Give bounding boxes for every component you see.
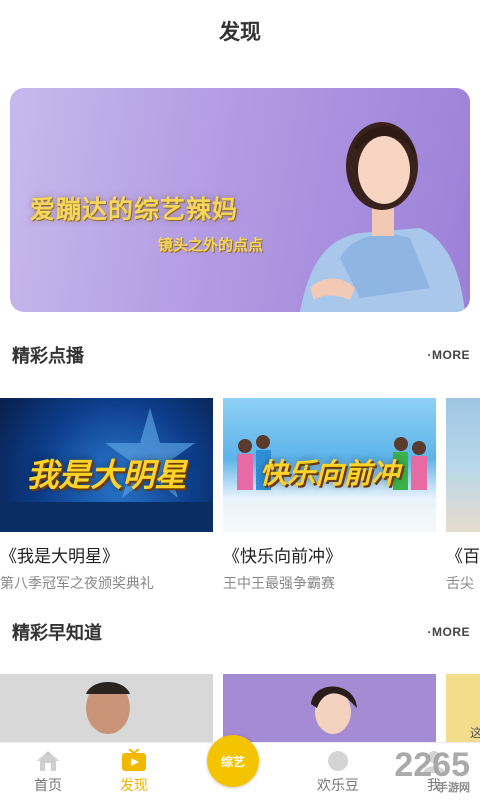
- center-logo-label: 综艺: [220, 754, 245, 769]
- preview-row: 这: [0, 674, 480, 742]
- bean-icon: [328, 751, 348, 771]
- show-logo-text: 快乐向前冲: [259, 458, 400, 489]
- preview-thumbnail: 这: [446, 674, 480, 742]
- preview-thumbnail: [0, 674, 213, 742]
- section-title: 精彩点播: [12, 346, 84, 366]
- show-card[interactable]: 我是大明星 《我是大明星》 第八季冠军之夜颁奖典礼: [0, 398, 213, 593]
- show-card[interactable]: 快乐向前冲 《快乐向前冲》 王中王最强争霸赛: [223, 398, 436, 593]
- center-logo-icon[interactable]: 综艺: [207, 735, 259, 787]
- tv-icon: [122, 749, 146, 771]
- page-title: 发现: [219, 21, 261, 44]
- show-logo-text: 我是大明星: [26, 457, 187, 493]
- show-thumbnail: [446, 398, 480, 532]
- show-title: 《我是大明星》: [0, 547, 119, 566]
- section-header-on-demand: 精彩点播 ·MORE: [0, 342, 480, 372]
- tab-label: 发现: [120, 777, 148, 793]
- show-card[interactable]: 《百 舌尖: [446, 398, 480, 593]
- banner-host-figure: [300, 122, 465, 312]
- banner-subline: 镜头之外的点点: [158, 237, 264, 254]
- preview-card[interactable]: 这: [446, 674, 480, 742]
- preview-card[interactable]: [223, 674, 436, 742]
- show-subtitle: 舌尖: [446, 575, 474, 591]
- show-subtitle: 王中王最强争霸赛: [223, 575, 335, 591]
- section-header-preview: 精彩早知道 ·MORE: [0, 619, 480, 649]
- show-title: 《快乐向前冲》: [223, 547, 342, 566]
- more-link[interactable]: ·MORE: [428, 625, 471, 639]
- preview-thumbnail: [223, 674, 436, 742]
- show-subtitle: 第八季冠军之夜颁奖典礼: [0, 575, 154, 591]
- section-title: 精彩早知道: [12, 623, 102, 643]
- preview-card[interactable]: [0, 674, 213, 742]
- banner-headline: 爱蹦达的综艺辣妈: [30, 196, 239, 224]
- preview-person-graphic: [86, 682, 130, 734]
- more-link[interactable]: ·MORE: [428, 348, 471, 362]
- preview-person-graphic: [311, 686, 357, 734]
- site-watermark: 2265 手游网: [394, 746, 470, 795]
- on-demand-row: 我是大明星 《我是大明星》 第八季冠军之夜颁奖典礼 快乐向前冲 《快乐向前冲》 …: [0, 398, 480, 594]
- tab-beans[interactable]: 欢乐豆: [290, 743, 386, 800]
- show-title: 《百: [446, 547, 480, 566]
- show-thumbnail: 我是大明星: [0, 398, 213, 532]
- featured-banner[interactable]: 爱蹦达的综艺辣妈 镜头之外的点点: [10, 88, 470, 312]
- home-icon: [37, 751, 59, 771]
- show-thumbnail: 快乐向前冲: [223, 398, 436, 532]
- tab-label: 首页: [34, 777, 62, 793]
- top-bar: 发现: [0, 0, 480, 62]
- tab-discover[interactable]: 发现: [86, 743, 182, 800]
- tab-home[interactable]: 首页: [0, 743, 96, 800]
- preview-text: 这: [470, 726, 480, 740]
- tab-label: 欢乐豆: [317, 777, 359, 793]
